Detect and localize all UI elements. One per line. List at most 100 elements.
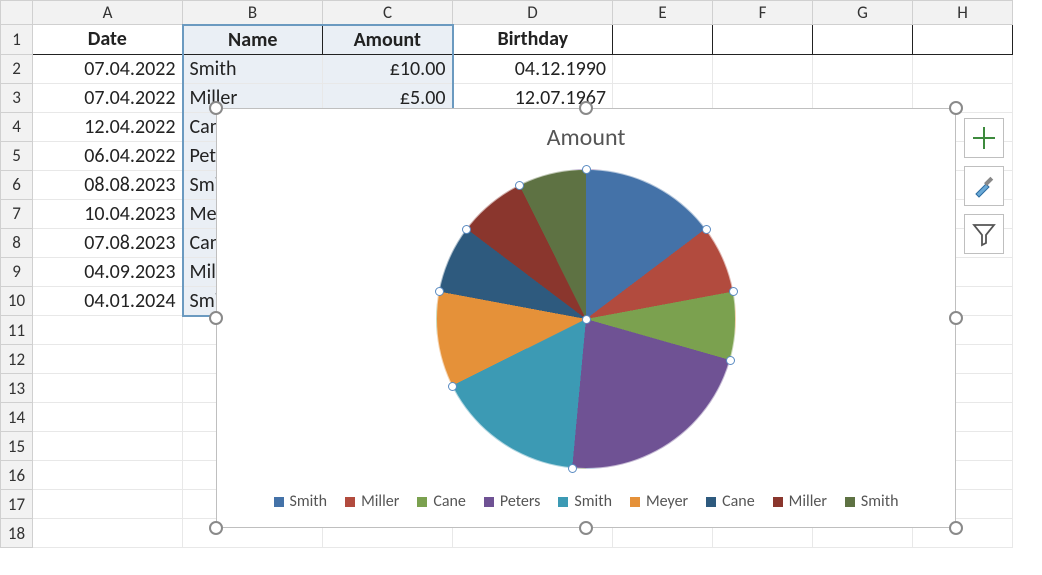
legend-item[interactable]: Cane — [706, 492, 755, 511]
row-header[interactable]: 2 — [1, 54, 33, 83]
cell[interactable] — [33, 316, 183, 345]
row-header[interactable]: 18 — [1, 519, 33, 548]
cell[interactable] — [713, 25, 813, 55]
cell[interactable] — [813, 25, 913, 55]
row-header[interactable]: 7 — [1, 199, 33, 228]
column-header[interactable]: A — [33, 1, 183, 25]
row-header[interactable]: 17 — [1, 490, 33, 519]
row-header[interactable]: 15 — [1, 432, 33, 461]
chart-filters-button[interactable] — [964, 214, 1004, 254]
legend-swatch — [630, 497, 640, 507]
select-all-corner[interactable] — [1, 1, 33, 25]
cell[interactable] — [913, 25, 1013, 55]
legend-label: Miller — [361, 492, 399, 511]
resize-handle-tl[interactable] — [209, 101, 223, 115]
legend-item[interactable]: Smith — [274, 492, 328, 511]
cell[interactable] — [613, 54, 713, 83]
chart-legend[interactable]: Smith Miller Cane Peters Smith Meyer Cane Mille… — [217, 492, 955, 511]
cell[interactable]: 04.01.2024 — [33, 286, 183, 316]
cell[interactable]: 07.08.2023 — [33, 228, 183, 257]
row-header[interactable]: 12 — [1, 345, 33, 374]
slice-handle[interactable] — [582, 165, 591, 174]
cell[interactable] — [33, 374, 183, 403]
row-header[interactable]: 14 — [1, 403, 33, 432]
legend-item[interactable]: Smith — [558, 492, 612, 511]
legend-label: Smith — [290, 492, 328, 511]
resize-handle-b[interactable] — [579, 521, 593, 535]
column-header[interactable]: F — [713, 1, 813, 25]
row-header[interactable]: 3 — [1, 83, 33, 112]
cell[interactable]: 06.04.2022 — [33, 141, 183, 170]
row-header[interactable]: 13 — [1, 374, 33, 403]
legend-swatch — [417, 497, 427, 507]
cell[interactable]: 08.08.2023 — [33, 170, 183, 199]
plus-icon — [971, 125, 997, 151]
row-header[interactable]: 16 — [1, 461, 33, 490]
cell[interactable] — [613, 25, 713, 55]
cell[interactable]: Name — [183, 25, 323, 55]
cell[interactable]: Amount — [323, 25, 453, 55]
legend-item[interactable]: Miller — [773, 492, 827, 511]
chart-styles-button[interactable] — [964, 166, 1004, 206]
resize-handle-tr[interactable] — [949, 101, 963, 115]
cell[interactable] — [33, 432, 183, 461]
cell[interactable]: Smith — [183, 54, 323, 83]
cell[interactable]: 04.09.2023 — [33, 257, 183, 286]
cell[interactable] — [713, 54, 813, 83]
column-header[interactable]: B — [183, 1, 323, 25]
legend-item[interactable]: Miller — [345, 492, 399, 511]
legend-item[interactable]: Cane — [417, 492, 466, 511]
cell[interactable]: Date — [33, 25, 183, 55]
cell[interactable]: 10.04.2023 — [33, 199, 183, 228]
resize-handle-br[interactable] — [949, 521, 963, 535]
cell[interactable] — [33, 403, 183, 432]
cell[interactable] — [33, 519, 183, 548]
slice-handle[interactable] — [568, 464, 577, 473]
slice-handle[interactable] — [462, 225, 471, 234]
slice-handle[interactable] — [729, 287, 738, 296]
row-header[interactable]: 5 — [1, 141, 33, 170]
row-header[interactable]: 6 — [1, 170, 33, 199]
row-header[interactable]: 4 — [1, 112, 33, 141]
column-header[interactable]: G — [813, 1, 913, 25]
pie-plot-area[interactable] — [436, 169, 736, 469]
chart-elements-button[interactable] — [964, 118, 1004, 158]
resize-handle-t[interactable] — [579, 101, 593, 115]
cell[interactable]: 04.12.1990 — [453, 54, 613, 83]
column-header[interactable]: D — [453, 1, 613, 25]
legend-label: Smith — [574, 492, 612, 511]
row-header[interactable]: 8 — [1, 228, 33, 257]
row-header[interactable]: 9 — [1, 257, 33, 286]
cell[interactable] — [33, 345, 183, 374]
cell[interactable] — [813, 54, 913, 83]
slice-handle[interactable] — [435, 287, 444, 296]
column-header[interactable]: C — [323, 1, 453, 25]
legend-item[interactable]: Peters — [484, 492, 541, 511]
chart-title[interactable]: Amount — [217, 109, 955, 152]
cell[interactable]: Birthday — [453, 25, 613, 55]
slice-handle[interactable] — [515, 181, 524, 190]
slice-handle[interactable] — [726, 356, 735, 365]
row-header[interactable]: 11 — [1, 316, 33, 345]
slice-handle[interactable] — [702, 225, 711, 234]
resize-handle-bl[interactable] — [209, 521, 223, 535]
cell[interactable] — [913, 54, 1013, 83]
chart-object[interactable]: Amount Smith Miller Cane Peters Smith Meyer Ca… — [216, 108, 956, 528]
cell[interactable] — [33, 490, 183, 519]
column-header[interactable]: H — [913, 1, 1013, 25]
slice-handle[interactable] — [448, 382, 457, 391]
pie-center-handle[interactable] — [582, 315, 591, 324]
cell[interactable] — [33, 461, 183, 490]
cell[interactable]: 12.04.2022 — [33, 112, 183, 141]
row-header[interactable]: 10 — [1, 286, 33, 316]
legend-item[interactable]: Smith — [845, 492, 899, 511]
legend-swatch — [773, 497, 783, 507]
legend-label: Miller — [789, 492, 827, 511]
chart-side-tools — [964, 118, 1004, 254]
column-header[interactable]: E — [613, 1, 713, 25]
legend-item[interactable]: Meyer — [630, 492, 688, 511]
cell[interactable]: £10.00 — [323, 54, 453, 83]
row-header[interactable]: 1 — [1, 25, 33, 55]
cell[interactable]: 07.04.2022 — [33, 54, 183, 83]
cell[interactable]: 07.04.2022 — [33, 83, 183, 112]
